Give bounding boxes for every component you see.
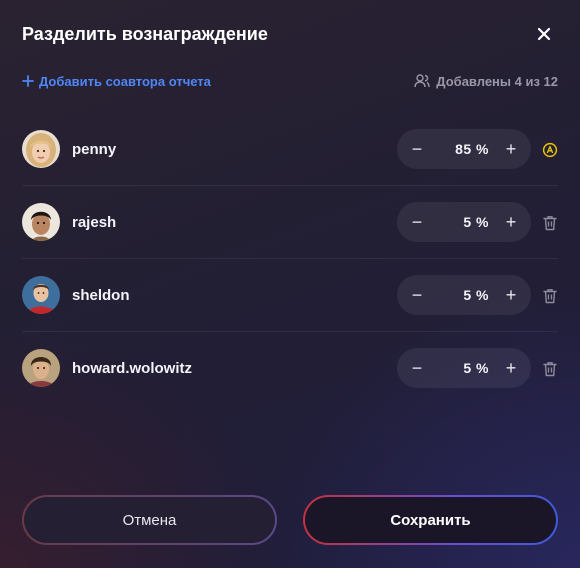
share-value: 5 % (463, 214, 489, 230)
participant-username: penny (72, 140, 117, 158)
participant-row: sheldon − 5 % + (22, 258, 558, 331)
share-stepper: − 5 % + (397, 275, 531, 315)
split-reward-dialog: Разделить вознаграждение Добавить соавто… (0, 0, 580, 568)
decrement-button[interactable]: − (397, 348, 437, 388)
decrement-button[interactable]: − (397, 129, 437, 169)
participant-row: penny − 85 % + (22, 113, 558, 185)
increment-button[interactable]: + (491, 202, 531, 242)
increment-button[interactable]: + (491, 129, 531, 169)
decrement-button[interactable]: − (397, 202, 437, 242)
share-stepper: − 5 % + (397, 348, 531, 388)
owner-badge (540, 140, 560, 160)
avatar (22, 130, 60, 168)
share-value: 5 % (463, 360, 489, 376)
share-value: 85 % (455, 141, 489, 157)
cancel-button[interactable]: Отмена (22, 495, 277, 545)
increment-button[interactable]: + (491, 348, 531, 388)
dialog-header: Разделить вознаграждение (22, 22, 558, 46)
avatar (22, 203, 60, 241)
added-counter-text: Добавлены 4 из 12 (436, 73, 558, 89)
close-button[interactable] (532, 22, 556, 46)
add-coauthor-link[interactable]: Добавить соавтора отчета (22, 74, 211, 89)
participant-username: rajesh (72, 213, 117, 231)
participant-row: howard.wolowitz − 5 % + (22, 331, 558, 404)
owner-badge-icon (542, 142, 558, 158)
close-icon (537, 27, 551, 41)
dialog-title: Разделить вознаграждение (22, 24, 268, 44)
remove-participant-button[interactable] (540, 359, 560, 379)
dialog-footer: Отмена Сохранить (22, 495, 558, 545)
added-counter: Добавлены 4 из 12 (414, 74, 558, 89)
remove-participant-button[interactable] (540, 286, 560, 306)
avatar (22, 349, 60, 387)
remove-participant-button[interactable] (540, 213, 560, 233)
subbar: Добавить соавтора отчета Добавлены 4 из … (22, 71, 558, 91)
share-value: 5 % (463, 287, 489, 303)
decrement-button[interactable]: − (397, 275, 437, 315)
plus-icon (22, 75, 34, 87)
participant-row: rajesh − 5 % + (22, 185, 558, 258)
participants-list: penny − 85 % + rajesh − 5 % + sheldon − … (22, 113, 558, 404)
participant-username: howard.wolowitz (72, 359, 192, 377)
share-stepper: − 85 % + (397, 129, 531, 169)
save-button[interactable]: Сохранить (303, 495, 558, 545)
trash-icon (543, 216, 557, 231)
add-coauthor-label: Добавить соавтора отчета (39, 73, 211, 89)
trash-icon (543, 362, 557, 377)
increment-button[interactable]: + (491, 275, 531, 315)
users-icon (414, 74, 430, 88)
avatar (22, 276, 60, 314)
participant-username: sheldon (72, 286, 130, 304)
trash-icon (543, 289, 557, 304)
share-stepper: − 5 % + (397, 202, 531, 242)
